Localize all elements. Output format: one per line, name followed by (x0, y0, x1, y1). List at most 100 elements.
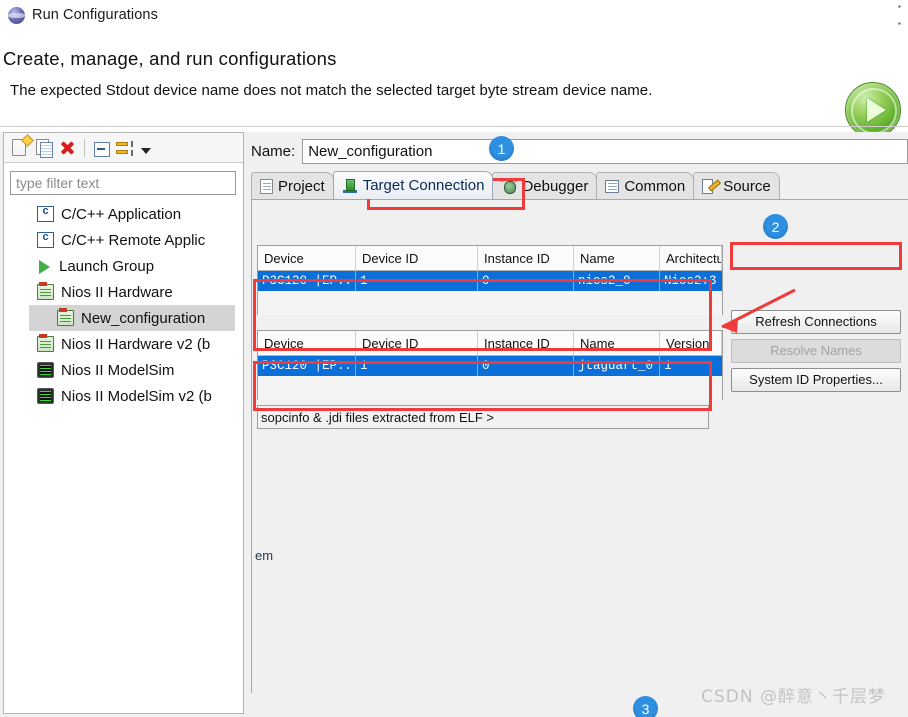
sidebar-item-nios-ii-hardware[interactable]: Nios II Hardware (5, 279, 242, 305)
cell-version: 1 (664, 359, 672, 373)
nios-modelsim-icon (37, 388, 54, 404)
column-header[interactable]: Name (574, 331, 660, 355)
nios-hardware-icon (57, 308, 74, 326)
tab-source[interactable]: Source (693, 172, 780, 199)
table-row[interactable]: P3C120 |EP... 1 0 jtaguart_0 1 (258, 356, 722, 376)
connection-actions: Refresh Connections Resolve Names System… (731, 310, 901, 397)
new-launch-configuration-icon[interactable] (10, 138, 30, 158)
resolve-names-button: Resolve Names (731, 339, 901, 363)
launch-group-icon (37, 259, 52, 274)
configurations-tree: C/C++ Application C/C++ Remote Applic La… (5, 201, 242, 501)
play-triangle (866, 98, 886, 122)
minimize-icon[interactable]: ▪ (898, 2, 907, 11)
tab-project[interactable]: Project (251, 172, 334, 199)
sidebar-item-nios-ii-modelsim-v2[interactable]: Nios II ModelSim v2 (b (5, 383, 242, 409)
project-doc-icon (260, 178, 273, 194)
sidebar-item-c-cpp-application[interactable]: C/C++ Application (5, 201, 242, 227)
column-header[interactable]: Device ID (356, 246, 478, 270)
sidebar-item-launch-group[interactable]: Launch Group (5, 253, 242, 279)
cell-name: nios2_0 (574, 271, 660, 291)
cell-device-id: 1 (356, 271, 478, 291)
column-header[interactable]: Instance ID (478, 246, 574, 270)
system-id-properties-button[interactable]: System ID Properties... (731, 368, 901, 392)
nios-hardware-icon (37, 334, 54, 352)
sidebar-item-label: C/C++ Remote Applic (61, 231, 206, 249)
sidebar-item-label: Nios II Hardware v2 (b (61, 335, 211, 353)
sidebar-item-c-cpp-remote-application[interactable]: C/C++ Remote Applic (5, 227, 242, 253)
annotation-badge-1: 1 (489, 136, 514, 161)
window-title: Run Configurations (32, 7, 158, 23)
clipped-label: em (255, 548, 274, 563)
toolbar-divider (84, 138, 85, 157)
nios-hardware-icon (37, 282, 54, 300)
table-header-row: Device Device ID Instance ID Name Versio… (258, 331, 722, 356)
tab-common[interactable]: Common (596, 172, 695, 199)
sidebar-item-label: New_configuration (81, 309, 206, 327)
tree-toolbar (4, 133, 243, 163)
table-row[interactable]: P3C120 |EP... 1 0 nios2_0 Nios2:3 (258, 271, 722, 291)
debugger-bug-icon (501, 178, 518, 194)
delete-icon[interactable] (58, 139, 76, 157)
search-input[interactable] (10, 171, 236, 195)
target-connection-icon (342, 178, 358, 193)
header-divider (0, 126, 908, 127)
title-bar: Run Configurations ▪ ▪ (0, 0, 908, 30)
column-header[interactable]: Name (574, 246, 660, 270)
configuration-editor-pane: Name: Project Target Connection Debugger (251, 132, 908, 714)
sidebar-item-nios-ii-hardware-v2[interactable]: Nios II Hardware v2 (b (5, 331, 242, 357)
nios-modelsim-icon (37, 362, 54, 378)
refresh-connections-button[interactable]: Refresh Connections (731, 310, 901, 334)
tab-bar: Project Target Connection Debugger Commo… (251, 171, 908, 200)
collapse-all-icon[interactable] (93, 141, 110, 157)
sidebar-item-label: Nios II ModelSim (61, 361, 175, 379)
configurations-tree-pane: C/C++ Application C/C++ Remote Applic La… (3, 132, 244, 714)
sidebar-item-nios-ii-modelsim[interactable]: Nios II ModelSim (5, 357, 242, 383)
green-play-icon (845, 82, 901, 138)
column-header[interactable]: Device ID (356, 331, 478, 355)
sidebar-item-new-configuration[interactable]: New_configuration (29, 305, 235, 331)
maximize-icon[interactable]: ▪ (898, 19, 907, 28)
common-icon (605, 179, 620, 193)
cell-name: jtaguart_0 (574, 356, 660, 376)
byte-stream-devices-table[interactable]: Device Device ID Instance ID Name Versio… (257, 330, 723, 400)
dialog-header: Create, manage, and run configurations T… (0, 30, 908, 138)
run-configurations-dialog: Run Configurations ▪ ▪ Create, manage, a… (0, 0, 908, 717)
c-app-icon (37, 231, 54, 248)
status-message: The expected Stdout device name does not… (10, 82, 653, 99)
eclipse-sphere-icon (8, 6, 25, 24)
column-header[interactable]: Device (258, 331, 356, 355)
cell-architecture: Nios2:3 (664, 274, 717, 288)
sopcinfo-field[interactable]: sopcinfo & .jdi files extracted from ELF… (257, 405, 709, 429)
name-label: Name: (251, 142, 296, 160)
sidebar-item-label: Launch Group (59, 257, 155, 275)
column-header[interactable]: Version (660, 331, 722, 355)
column-header[interactable]: Architecture (660, 246, 722, 270)
annotation-badge-2: 2 (763, 214, 788, 239)
cell-instance-id: 0 (478, 356, 574, 376)
table-empty-area (258, 291, 722, 315)
target-connection-panel: Device Device ID Instance ID Name Archit… (251, 200, 908, 693)
tab-label: Target Connection (362, 177, 485, 194)
cell-device-id: 1 (356, 356, 478, 376)
tab-debugger[interactable]: Debugger (492, 172, 598, 199)
filter-icon[interactable] (116, 140, 134, 157)
column-header[interactable]: Device (258, 246, 356, 270)
column-header[interactable]: Instance ID (478, 331, 574, 355)
sidebar-item-label: C/C++ Application (61, 205, 182, 223)
chevron-down-icon[interactable] (140, 144, 152, 156)
tab-label: Source (723, 177, 771, 195)
processors-table[interactable]: Device Device ID Instance ID Name Archit… (257, 245, 723, 315)
duplicate-icon[interactable] (36, 139, 53, 158)
page-title: Create, manage, and run configurations (3, 48, 337, 69)
window-controls[interactable]: ▪ ▪ (898, 2, 908, 28)
source-icon (702, 178, 718, 194)
sidebar-item-label: Nios II ModelSim v2 (b (61, 387, 212, 405)
tab-label: Project (278, 177, 325, 195)
annotation-badge-3: 3 (633, 696, 658, 717)
cell-instance-id: 0 (478, 271, 574, 291)
configuration-name-input[interactable] (302, 138, 908, 164)
cell-device: P3C120 |EP... (258, 356, 356, 376)
tab-target-connection[interactable]: Target Connection (332, 171, 494, 199)
c-app-icon (37, 205, 54, 222)
sidebar-item-label: Nios II Hardware (61, 283, 173, 301)
